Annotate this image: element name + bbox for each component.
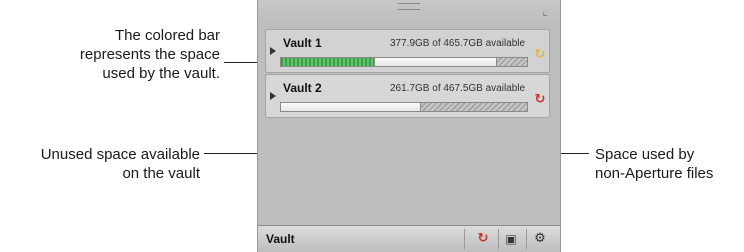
bar-non-aperture-segment xyxy=(496,58,527,66)
callout-non-aperture: Space used by non-Aperture files xyxy=(595,145,743,183)
callout-colored-bar: The colored bar represents the space use… xyxy=(20,26,220,83)
bar-used-segment xyxy=(281,58,376,66)
callout-unused-space-line2: on the vault xyxy=(122,165,200,182)
vault-name: Vault 2 xyxy=(283,81,322,95)
callout-unused-space: Unused space available on the vault xyxy=(6,145,200,183)
archive-button[interactable]: ▣ xyxy=(502,230,520,248)
callout-non-aperture-line2: non-Aperture files xyxy=(595,165,714,182)
callout-colored-bar-line2: represents the space xyxy=(79,46,220,63)
resize-grip-icon[interactable] xyxy=(398,3,420,10)
bar-non-aperture-segment xyxy=(420,103,527,111)
footer-label: Vault xyxy=(266,232,295,246)
vault-capacity-bar xyxy=(280,57,528,67)
update-vault-button[interactable]: ↻ xyxy=(474,230,492,248)
callout-colored-bar-line1: The colored bar xyxy=(114,27,220,44)
sync-icon[interactable]: ↻ xyxy=(533,93,547,107)
callout-non-aperture-line1: Space used by xyxy=(595,146,695,163)
callout-colored-bar-line3: used by the vault. xyxy=(102,65,220,82)
vault-row[interactable]: Vault 1 377.9GB of 465.7GB available ↻ xyxy=(265,29,550,73)
bar-unused-segment xyxy=(281,103,421,111)
sync-icon[interactable]: ↻ xyxy=(533,48,547,62)
bar-unused-segment xyxy=(374,58,497,66)
panel-corner-icon[interactable]: ⌞ xyxy=(538,4,552,18)
action-menu-button[interactable]: ⚙ xyxy=(531,230,549,248)
panel-footer: Vault ↻ ▣ ⚙ xyxy=(258,225,560,252)
vault-space-text: 261.7GB of 467.5GB available xyxy=(390,83,526,94)
disclosure-triangle-icon[interactable] xyxy=(270,92,276,100)
footer-divider xyxy=(464,229,465,249)
disclosure-triangle-icon[interactable] xyxy=(270,47,276,55)
footer-divider xyxy=(526,229,527,249)
vaults-panel: ⌞ Vault 1 377.9GB of 465.7GB available ↻… xyxy=(257,0,561,252)
vault-capacity-bar xyxy=(280,102,528,112)
vault-name: Vault 1 xyxy=(283,36,322,50)
panel-header: ⌞ xyxy=(258,0,560,28)
vault-row[interactable]: Vault 2 261.7GB of 467.5GB available ↻ xyxy=(265,74,550,118)
callout-unused-space-line1: Unused space available xyxy=(40,146,200,163)
vault-space-text: 377.9GB of 465.7GB available xyxy=(390,38,526,49)
footer-divider xyxy=(498,229,499,249)
